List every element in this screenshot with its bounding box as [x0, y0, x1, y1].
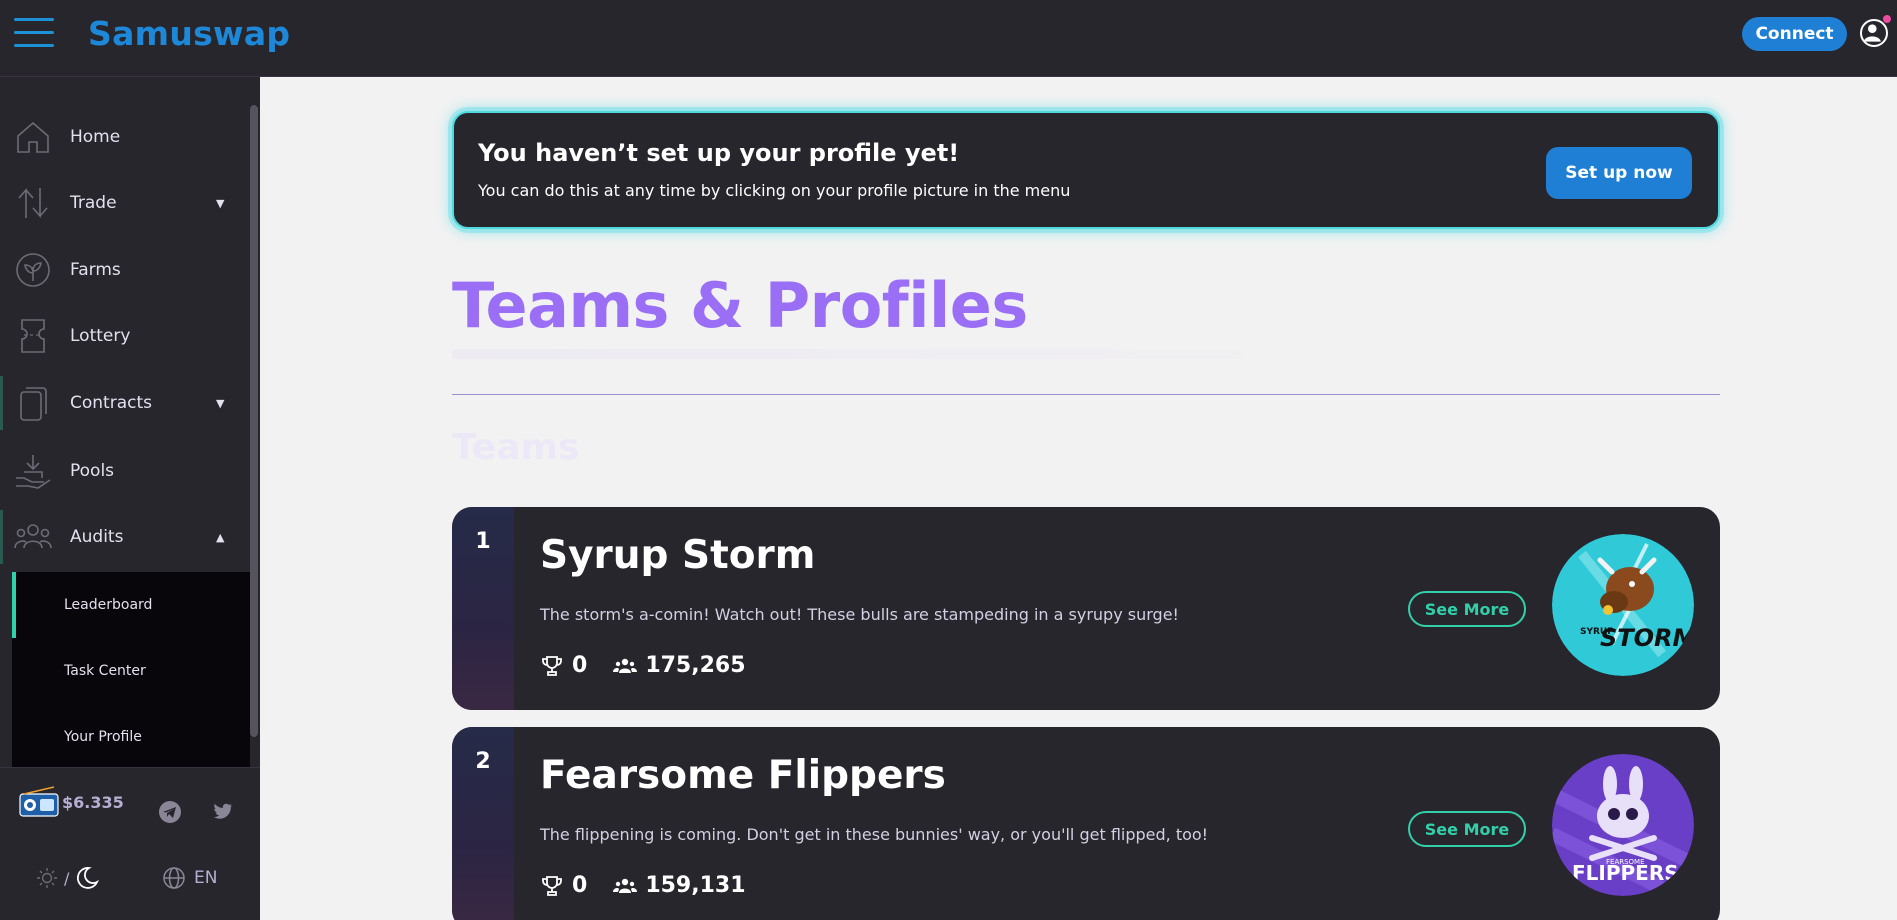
trophy-icon — [542, 655, 562, 676]
team-description: The storm's a-comin! Watch out! These bu… — [540, 605, 1179, 624]
set-up-profile-button[interactable]: Set up now — [1546, 147, 1692, 199]
telegram-icon[interactable] — [158, 800, 182, 824]
rank-strip: 1 — [452, 507, 514, 710]
language-code: EN — [194, 868, 218, 888]
twitter-icon[interactable] — [210, 800, 234, 824]
sun-icon — [37, 868, 57, 888]
team-logo-fearsome-flippers: FEARSOME FLIPPERS — [1552, 754, 1694, 896]
sidebar-nav: Home Trade ▼ Farms Lottery Contracts ▼ P… — [0, 77, 250, 767]
rank-strip: 2 — [452, 727, 514, 920]
team-card: 1 Syrup Storm The storm's a-comin! Watch… — [452, 507, 1720, 710]
section-title: Teams — [452, 427, 580, 468]
sidebar-scrollbar-thumb[interactable] — [250, 105, 258, 737]
sidebar-item-audits[interactable]: Audits ▲ — [0, 504, 250, 570]
team-logo-syrup-storm: SYRUP STORM — [1552, 534, 1694, 676]
connect-wallet-button[interactable]: Connect — [1742, 17, 1847, 51]
team-rank: 1 — [475, 529, 491, 554]
sidebar-item-farms[interactable]: Farms — [0, 237, 250, 303]
page-subtitle-placeholder — [452, 349, 1242, 359]
trophy-icon — [542, 875, 562, 896]
submenu-item-label: Leaderboard — [64, 597, 153, 613]
submenu-item-label: Task Center — [64, 663, 146, 679]
brand-logo[interactable]: Samuswap — [88, 14, 290, 53]
team-points: 0 — [572, 653, 588, 678]
team-name: Syrup Storm — [540, 533, 816, 578]
menu-toggle-icon[interactable] — [14, 18, 54, 50]
main-content: You haven’t set up your profile yet! You… — [260, 77, 1897, 920]
notification-dot — [1883, 15, 1891, 23]
moon-icon — [77, 867, 100, 889]
token-radio-icon — [19, 786, 59, 817]
page-title: Teams & Profiles — [452, 269, 1028, 342]
theme-toggle[interactable]: / — [36, 866, 100, 890]
language-selector[interactable]: EN — [162, 866, 217, 890]
section-divider — [452, 394, 1720, 395]
sidebar-item-home[interactable]: Home — [0, 104, 250, 170]
team-points: 0 — [572, 873, 588, 898]
sidebar: Home Trade ▼ Farms Lottery Contracts ▼ P… — [0, 77, 260, 920]
team-card: 2 Fearsome Flippers The flippening is co… — [452, 727, 1720, 920]
sidebar-item-contracts[interactable]: Contracts ▼ — [0, 370, 250, 436]
sidebar-item-label: Audits — [70, 527, 124, 547]
profile-setup-banner: You haven’t set up your profile yet! You… — [452, 111, 1720, 229]
farms-icon — [14, 251, 52, 289]
sidebar-item-label: Trade — [70, 193, 117, 213]
chevron-down-icon: ▼ — [216, 196, 225, 210]
chevron-down-icon: ▼ — [216, 396, 225, 410]
team-name: Fearsome Flippers — [540, 753, 946, 798]
team-members: 175,265 — [645, 653, 746, 678]
audits-icon — [14, 518, 52, 556]
sidebar-item-label: Lottery — [70, 326, 131, 346]
sidebar-item-trade[interactable]: Trade ▼ — [0, 170, 250, 236]
theme-separator: / — [64, 868, 70, 888]
sidebar-item-label: Home — [70, 127, 121, 147]
home-icon — [14, 118, 52, 156]
pools-icon — [14, 452, 52, 490]
sidebar-item-label: Contracts — [70, 393, 152, 413]
trade-icon — [14, 184, 52, 222]
sidebar-item-label: Farms — [70, 260, 121, 280]
team-members: 159,131 — [645, 873, 746, 898]
token-price[interactable]: $6.335 — [18, 786, 124, 818]
banner-title: You haven’t set up your profile yet! — [478, 139, 960, 167]
globe-icon — [163, 867, 185, 889]
lottery-ticket-icon — [14, 317, 52, 355]
submenu-item-leaderboard[interactable]: Leaderboard — [12, 572, 250, 638]
contracts-icon — [14, 384, 52, 422]
team-rank: 2 — [475, 749, 491, 774]
team-stats: 0 159,131 — [540, 873, 746, 898]
see-more-button[interactable]: See More — [1408, 811, 1526, 847]
sidebar-item-pools[interactable]: Pools — [0, 438, 250, 504]
sidebar-item-lottery[interactable]: Lottery — [0, 303, 250, 369]
logo-text: STORM — [1600, 624, 1694, 652]
team-description: The flippening is coming. Don't get in t… — [540, 825, 1209, 844]
chevron-up-icon: ▲ — [216, 530, 225, 544]
audits-submenu: Leaderboard Task Center Your Profile — [12, 572, 250, 767]
token-price-value: $6.335 — [62, 793, 124, 812]
sidebar-footer: $6.335 / EN — [0, 767, 260, 920]
team-stats: 0 175,265 — [540, 653, 746, 678]
members-icon — [613, 878, 638, 893]
members-icon — [613, 658, 638, 673]
banner-subtitle: You can do this at any time by clicking … — [478, 181, 1071, 200]
profile-avatar-icon[interactable] — [1860, 19, 1888, 47]
see-more-button[interactable]: See More — [1408, 591, 1526, 627]
logo-text: FLIPPERS — [1572, 861, 1679, 885]
submenu-item-label: Your Profile — [64, 729, 142, 745]
submenu-item-task-center[interactable]: Task Center — [12, 638, 250, 704]
submenu-item-your-profile[interactable]: Your Profile — [12, 704, 250, 767]
sidebar-item-label: Pools — [70, 461, 115, 481]
top-bar: Samuswap Connect — [0, 0, 1897, 77]
